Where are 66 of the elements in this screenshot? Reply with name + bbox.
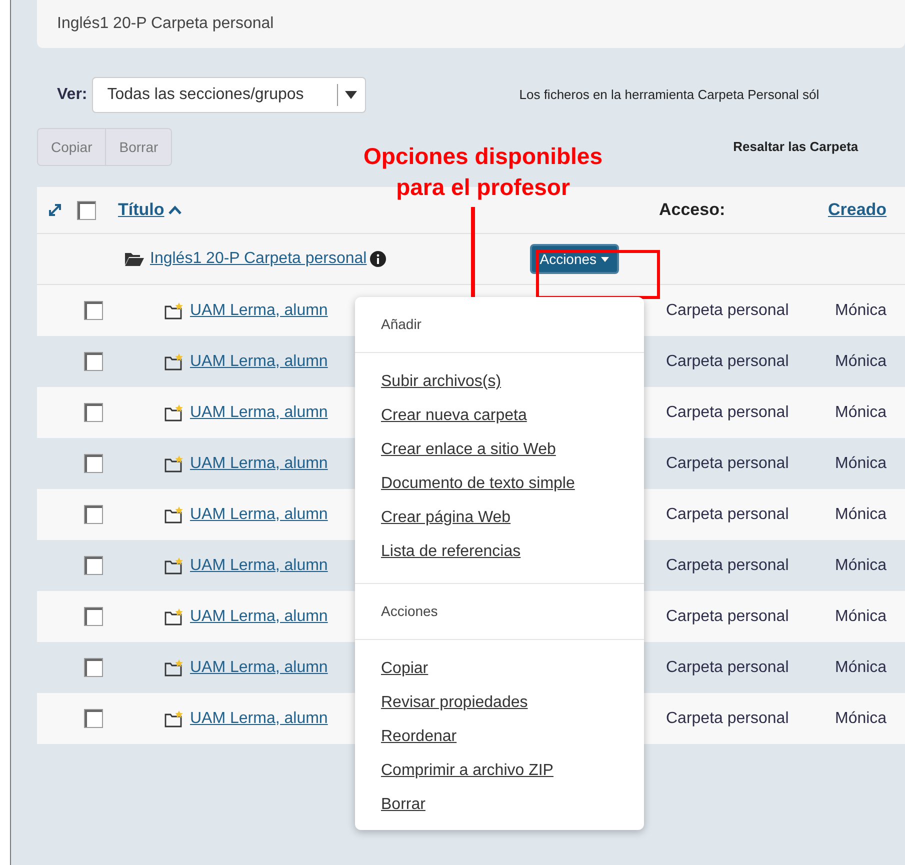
column-header: Acceso: (659, 199, 726, 222)
menu-item[interactable]: Revisar propiedades (355, 686, 644, 720)
folder-star-icon (164, 404, 184, 422)
annotation-text: Opciones disponibles (364, 142, 602, 171)
creator-cell-text: Mónica (835, 606, 887, 626)
access-cell-text: Carpeta personal (666, 504, 790, 524)
annotation-text: para el profesor (396, 173, 570, 202)
checkbox[interactable] (84, 454, 103, 473)
notice-text: Los ficheros en la herramienta Carpeta Personal sól (519, 86, 820, 104)
creator-cell-text: Mónica (835, 402, 887, 422)
checkbox[interactable] (84, 556, 103, 575)
folder-star-icon (164, 658, 184, 676)
menu-item[interactable]: Copiar (355, 652, 644, 686)
checkbox[interactable] (84, 658, 103, 677)
creator-cell-text: Mónica (835, 352, 887, 372)
menu-section-header: Acciones (381, 602, 438, 621)
checkbox[interactable] (77, 200, 96, 220)
menu-item[interactable]: Subir archivos(s) (355, 365, 644, 399)
menu-item[interactable]: Crear nueva carpeta (355, 399, 644, 433)
access-cell-text: Carpeta personal (666, 708, 790, 728)
creator-cell-text: Mónica (835, 454, 887, 474)
folder-star-icon (164, 608, 184, 626)
access-cell-text: Carpeta personal (666, 658, 790, 678)
creator-cell-text: Mónica (835, 504, 887, 524)
column-header[interactable]: Creado (828, 197, 887, 223)
folder-link[interactable]: Inglés1 20-P Carpeta personal (150, 247, 367, 271)
menu-item[interactable]: Crear página Web (355, 501, 644, 535)
access-cell-text: Carpeta personal (666, 606, 790, 626)
access-cell-text: Carpeta personal (666, 556, 790, 576)
menu-item[interactable]: Borrar (355, 788, 644, 822)
sort-up-icon (168, 205, 182, 215)
folder-star-icon (164, 710, 184, 728)
folder-star-icon (164, 556, 184, 574)
caret-down-icon (345, 91, 358, 99)
checkbox[interactable] (84, 607, 103, 626)
creator-cell-text: Mónica (835, 556, 887, 576)
menu-item[interactable]: Crear enlace a sitio Web (355, 433, 644, 467)
view-select[interactable]: Todas las secciones/grupos (92, 77, 366, 113)
menu-section-header: Añadir (381, 315, 422, 334)
access-cell-text: Carpeta personal (666, 454, 790, 474)
page-title: Inglés1 20-P Carpeta personal (57, 14, 274, 34)
access-cell-text: Carpeta personal (666, 402, 790, 422)
menu-item[interactable]: Comprimir a archivo ZIP (355, 754, 644, 788)
menu-item[interactable]: Lista de referencias (355, 535, 644, 569)
folder-star-icon (164, 352, 184, 370)
creator-cell-text: Mónica (835, 658, 887, 678)
creator-cell-text: Mónica (835, 300, 887, 320)
checkbox[interactable] (84, 301, 103, 320)
menu-item[interactable]: Documento de texto simple (355, 467, 644, 501)
info-icon[interactable] (370, 251, 386, 267)
highlight-label: Resaltar las Carpeta (733, 138, 858, 156)
folder-star-icon (164, 454, 184, 472)
checkbox[interactable] (84, 352, 103, 371)
checkbox[interactable] (84, 505, 103, 524)
access-cell-text: Carpeta personal (666, 352, 790, 372)
creator-cell-text: Mónica (835, 708, 887, 728)
caret-down-icon (600, 256, 609, 262)
menu-item[interactable]: Reordenar (355, 720, 644, 754)
access-cell-text: Carpeta personal (666, 300, 790, 320)
view-label: Ver: (57, 85, 88, 105)
open-folder-icon (125, 252, 144, 266)
expand-icon[interactable] (47, 202, 63, 218)
folder-star-icon (164, 302, 184, 320)
checkbox[interactable] (84, 403, 103, 422)
folder-star-icon (164, 506, 184, 524)
checkbox[interactable] (84, 709, 103, 728)
